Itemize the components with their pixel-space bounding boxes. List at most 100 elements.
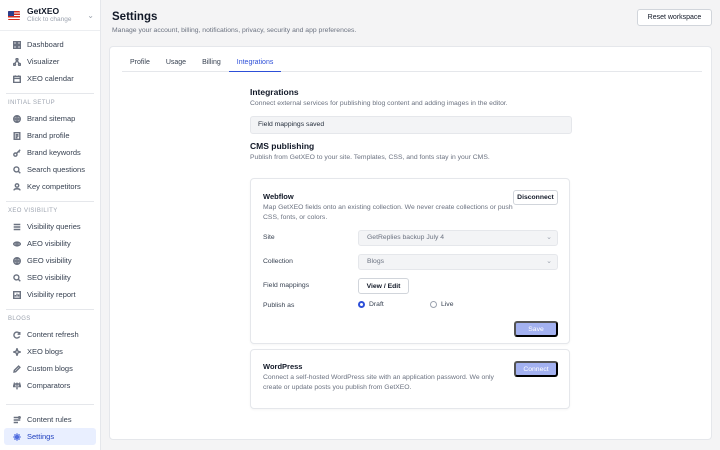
sidebar-item-visibility-report[interactable]: Visibility report	[4, 286, 96, 303]
sidebar-item-content-rules[interactable]: Content rules	[4, 411, 96, 428]
calendar-icon	[12, 74, 22, 84]
sidebar-item-label: Comparators	[27, 381, 71, 390]
view-edit-button[interactable]: View / Edit	[358, 278, 409, 294]
radio-live-label: Live	[441, 301, 454, 308]
compare-icon	[12, 381, 22, 391]
sidebar-item-xeo-blogs[interactable]: XEO blogs	[4, 343, 96, 360]
sidebar-item-label: Brand sitemap	[27, 114, 76, 123]
sidebar-item-label: Dashboard	[27, 40, 64, 49]
webflow-title: Webflow	[263, 192, 294, 201]
key-icon	[12, 148, 22, 158]
sidebar-item-settings[interactable]: Settings	[4, 428, 96, 445]
tab-profile[interactable]: Profile	[122, 56, 158, 72]
status-banner: Field mappings saved	[250, 116, 572, 134]
integrations-description: Connect external services for publishing…	[250, 100, 508, 107]
sidebar-item-custom-blogs[interactable]: Custom blogs	[4, 360, 96, 377]
section-label-xeo-visibility: XEO VISIBILITY	[8, 208, 58, 214]
globe-icon	[12, 114, 22, 124]
site-select-value: GetReplies backup July 4	[367, 234, 445, 241]
main-content: Settings Manage your account, billing, n…	[101, 0, 720, 450]
nav-initial-setup: Brand sitemap Brand profile Brand keywor…	[0, 110, 100, 195]
sidebar-item-label: Visibility queries	[27, 222, 81, 231]
sidebar-item-visibility-queries[interactable]: Visibility queries	[4, 218, 96, 235]
collection-select-value: Blogs	[367, 258, 385, 265]
sidebar-item-label: Content rules	[27, 415, 72, 424]
sidebar-item-label: XEO calendar	[27, 74, 74, 83]
page-title: Settings	[112, 11, 158, 23]
sidebar-item-seo-visibility[interactable]: SEO visibility	[4, 269, 96, 286]
sidebar-item-search-questions[interactable]: Search questions	[4, 161, 96, 178]
divider	[6, 309, 94, 310]
workspace-switcher[interactable]: GetXEO Click to change ⌄	[0, 0, 100, 31]
divider	[6, 201, 94, 202]
page-subtitle: Manage your account, billing, notificati…	[112, 27, 357, 34]
document-icon	[12, 131, 22, 141]
sidebar-item-content-refresh[interactable]: Content refresh	[4, 326, 96, 343]
gear-icon	[12, 432, 22, 442]
radio-live[interactable]: Live	[430, 301, 453, 308]
rules-icon	[12, 415, 22, 425]
wordpress-title: WordPress	[263, 362, 303, 371]
sidebar-item-label: AEO visibility	[27, 239, 71, 248]
collection-label: Collection	[263, 258, 293, 265]
divider	[6, 404, 94, 405]
chevron-updown-icon: ⌄	[87, 10, 94, 20]
sidebar-item-dashboard[interactable]: Dashboard	[4, 36, 96, 53]
radio-dot	[430, 301, 437, 308]
wordpress-card: WordPress Connect a self-hosted WordPres…	[250, 349, 570, 409]
sidebar-item-label: XEO blogs	[27, 347, 63, 356]
sidebar-item-aeo-visibility[interactable]: AEO visibility	[4, 235, 96, 252]
webflow-card: Webflow Map GetXEO fields onto an existi…	[250, 178, 570, 344]
sidebar: GetXEO Click to change ⌄ Dashboard Visua…	[0, 0, 101, 450]
sidebar-item-key-competitors[interactable]: Key competitors	[4, 178, 96, 195]
disconnect-button[interactable]: Disconnect	[513, 190, 558, 205]
sidebar-item-geo-visibility[interactable]: GEO visibility	[4, 252, 96, 269]
radio-draft-label: Draft	[369, 301, 384, 308]
collection-select[interactable]: Blogs ⌄	[358, 254, 558, 270]
sidebar-item-label: Content refresh	[27, 330, 79, 339]
sidebar-item-label: Custom blogs	[27, 364, 73, 373]
reset-workspace-button[interactable]: Reset workspace	[637, 9, 712, 26]
chevron-down-icon: ⌄	[546, 234, 552, 241]
sidebar-item-label: Visualizer	[27, 57, 60, 66]
nav-top: Dashboard Visualizer XEO calendar	[0, 36, 100, 87]
visualizer-icon	[12, 57, 22, 67]
workspace-subtitle: Click to change	[27, 16, 72, 23]
nav-blogs: Content refresh XEO blogs Custom blogs C…	[0, 326, 100, 394]
sidebar-item-label: Search questions	[27, 165, 85, 174]
radio-draft[interactable]: Draft	[358, 301, 384, 308]
workspace-name: GetXEO	[27, 6, 60, 16]
site-select[interactable]: GetReplies backup July 4 ⌄	[358, 230, 558, 246]
tab-usage[interactable]: Usage	[158, 56, 194, 72]
sidebar-item-xeo-calendar[interactable]: XEO calendar	[4, 70, 96, 87]
integrations-title: Integrations	[250, 87, 299, 97]
sidebar-item-label: Settings	[27, 432, 55, 441]
sidebar-item-label: Visibility report	[27, 290, 76, 299]
webflow-description: Map GetXEO fields onto an existing colle…	[263, 204, 513, 221]
sidebar-item-visualizer[interactable]: Visualizer	[4, 53, 96, 70]
refresh-icon	[12, 330, 22, 340]
us-flag-icon	[8, 10, 20, 20]
connect-button[interactable]: Connect	[514, 361, 558, 377]
publish-as-label: Publish as	[263, 302, 295, 309]
save-button[interactable]: Save	[514, 321, 558, 337]
integrations-content: Integrations Connect external services f…	[250, 87, 572, 409]
sidebar-item-brand-profile[interactable]: Brand profile	[4, 127, 96, 144]
sidebar-item-brand-sitemap[interactable]: Brand sitemap	[4, 110, 96, 127]
tab-billing[interactable]: Billing	[194, 56, 229, 72]
sidebar-item-brand-keywords[interactable]: Brand keywords	[4, 144, 96, 161]
sidebar-item-comparators[interactable]: Comparators	[4, 377, 96, 394]
sidebar-item-label: Brand keywords	[27, 148, 81, 157]
sidebar-item-label: GEO visibility	[27, 256, 72, 265]
radio-dot	[358, 301, 365, 308]
section-label-initial-setup: INITIAL SETUP	[8, 100, 55, 106]
nav-bottom: Content rules Settings	[0, 411, 100, 445]
dashboard-icon	[12, 40, 22, 50]
report-icon	[12, 290, 22, 300]
settings-panel: Profile Usage Billing Integrations Integ…	[109, 46, 712, 440]
site-label: Site	[263, 234, 275, 241]
search-icon	[12, 165, 22, 175]
edit-icon	[12, 364, 22, 374]
tab-integrations[interactable]: Integrations	[228, 56, 282, 72]
chevron-down-icon: ⌄	[546, 258, 552, 265]
